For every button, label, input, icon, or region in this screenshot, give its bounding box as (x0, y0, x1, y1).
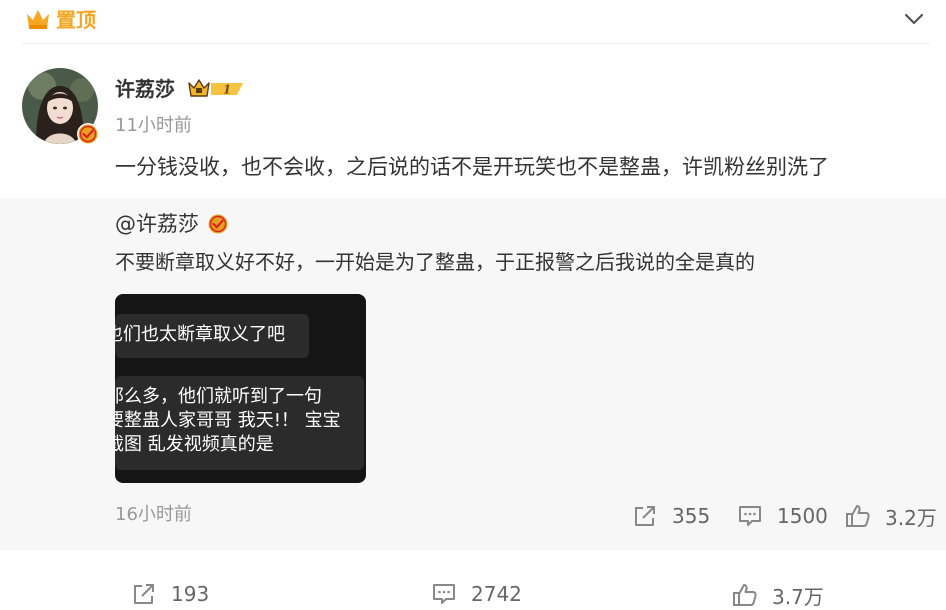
chevron-down-icon[interactable] (902, 9, 926, 29)
comment-count: 2742 (471, 582, 522, 606)
thumbs-up-icon (733, 584, 757, 606)
comment-icon (433, 584, 455, 604)
post-time[interactable]: 11小时前 (115, 113, 192, 139)
verified-icon (207, 213, 229, 235)
svg-text:1: 1 (223, 83, 231, 97)
chat-line: 那么多，他们就听到了一句 (115, 386, 322, 407)
repost-comment-button[interactable]: 1500 (737, 501, 828, 531)
repost-time[interactable]: 16小时前 (115, 502, 192, 528)
share-icon (134, 584, 154, 604)
comment-count: 1500 (777, 504, 828, 528)
vip-crown-icon[interactable]: 1 (187, 77, 245, 101)
author-name[interactable]: 许荔莎 (115, 74, 175, 104)
chat-line: 也们也太断章取义了吧 (115, 324, 285, 345)
repost-text: 不要断章取义好不好，一开始是为了整蛊，于正报警之后我说的全是真的 (115, 250, 755, 274)
like-count: 3.2万 (885, 505, 937, 530)
comment-icon (739, 506, 761, 526)
repost-image[interactable]: 也们也太断章取义了吧 那么多，他们就听到了一句 要整蛊人家哥哥 我天!！ 宝宝 … (115, 294, 366, 483)
verified-icon (77, 123, 99, 145)
repost-share-button[interactable]: 355 (632, 501, 710, 531)
like-button[interactable]: 3.7万 (732, 580, 824, 610)
like-count: 3.7万 (772, 584, 824, 609)
chat-bubble: 也们也太断章取义了吧 (115, 314, 309, 358)
share-count: 193 (171, 582, 210, 606)
chat-line: 截图 乱发视频真的是 (115, 434, 274, 455)
share-count: 355 (672, 504, 711, 528)
pinned-header: 置顶 (0, 0, 946, 44)
comment-button[interactable]: 2742 (431, 579, 522, 609)
chat-bubble: 那么多，他们就听到了一句 要整蛊人家哥哥 我天!！ 宝宝 截图 乱发视频真的是 (115, 376, 364, 470)
header-divider (22, 43, 930, 44)
share-icon (635, 506, 655, 526)
repost-like-button[interactable]: 3.2万 (845, 501, 937, 531)
thumbs-up-icon (846, 505, 870, 527)
chat-line: 要整蛊人家哥哥 我天!！ 宝宝 (115, 410, 341, 431)
post-text: 一分钱没收，也不会收，之后说的话不是开玩笑也不是整蛊，许凯粉丝别洗了 (115, 155, 829, 179)
pinned-label: 置顶 (56, 8, 96, 32)
share-button[interactable]: 193 (131, 579, 209, 609)
crown-icon (27, 10, 49, 29)
mention-link[interactable]: @许荔莎 (115, 209, 199, 239)
